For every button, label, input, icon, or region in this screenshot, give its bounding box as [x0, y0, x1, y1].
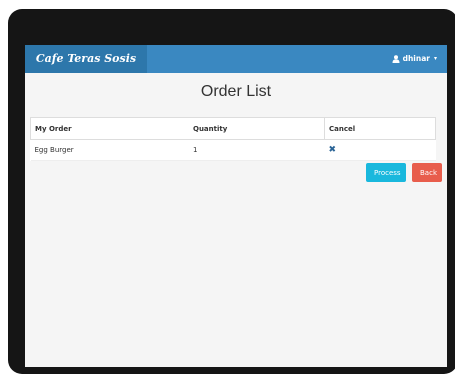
table-header-row: My Order Quantity Cancel — [30, 117, 436, 140]
action-buttons: Process Back — [366, 163, 442, 182]
user-icon — [392, 55, 400, 63]
order-item-quantity: 1 — [189, 139, 325, 161]
order-item-name: Egg Burger — [30, 139, 189, 161]
user-name: dhinar — [402, 54, 430, 63]
column-header-quantity: Quantity — [189, 117, 325, 140]
brand-logo[interactable]: Cafe Teras Sosis — [25, 45, 147, 73]
back-button[interactable]: Back — [412, 163, 442, 182]
order-table: My Order Quantity Cancel Egg Burger 1 ✖ — [30, 117, 436, 161]
table-row: Egg Burger 1 ✖ — [30, 139, 436, 161]
user-menu[interactable]: dhinar ▾ — [392, 45, 437, 73]
process-button[interactable]: Process — [366, 163, 406, 182]
caret-down-icon: ▾ — [433, 55, 437, 62]
page-title: Order List — [200, 83, 272, 100]
remove-icon[interactable]: ✖ — [329, 145, 337, 155]
column-header-my-order: My Order — [30, 117, 189, 140]
app-screen: Cafe Teras Sosis dhinar ▾ Order List My … — [25, 45, 447, 367]
navbar: Cafe Teras Sosis dhinar ▾ — [25, 45, 447, 73]
column-header-cancel: Cancel — [324, 117, 436, 140]
order-table-container: My Order Quantity Cancel Egg Burger 1 ✖ — [30, 117, 436, 161]
cancel-cell: ✖ — [324, 139, 436, 161]
